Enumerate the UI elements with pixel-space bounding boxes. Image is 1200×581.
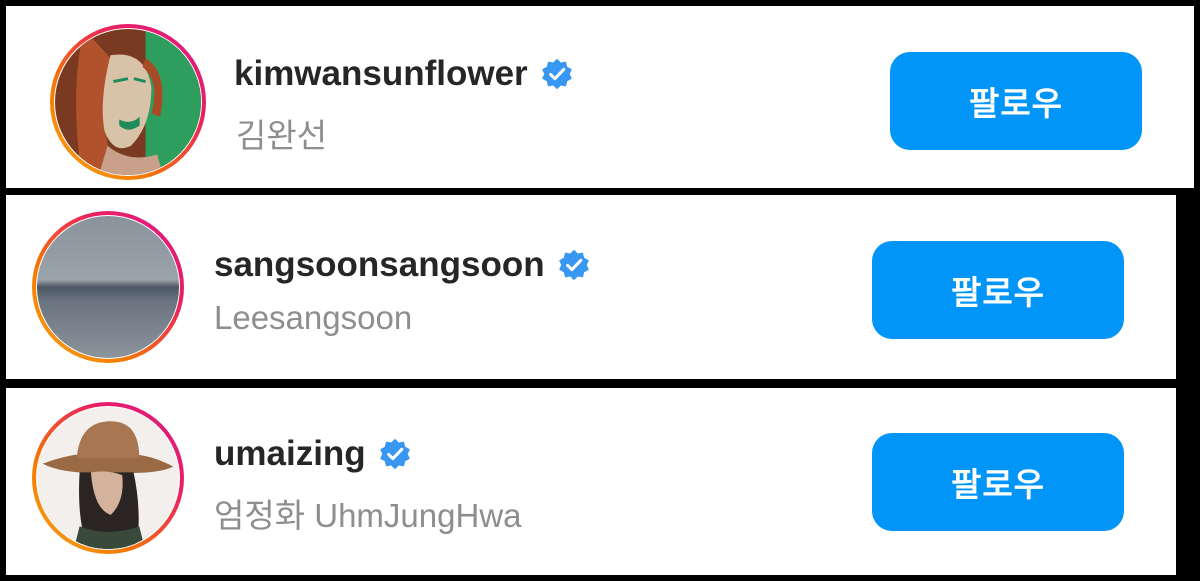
story-ring[interactable] [32,402,184,554]
full-name: 김완선 [236,117,328,154]
username[interactable]: sangsoonsangsoon [214,245,545,285]
cowboy-hat-portrait-avatar[interactable] [37,407,179,549]
verified-badge-icon [540,57,574,91]
suggestion-row: kimwansunflower 김완선 팔로우 [6,6,1194,188]
verified-badge-icon [378,437,412,471]
story-ring[interactable] [32,211,184,363]
follow-button[interactable]: 팔로우 [890,52,1142,150]
full-name: Leesangsoon [214,299,413,336]
follow-button[interactable]: 팔로우 [872,241,1124,339]
full-name: 엄정화 UhmJungHwa [214,497,522,534]
painted-portrait-avatar[interactable] [55,29,201,175]
follow-button[interactable]: 팔로우 [872,433,1124,531]
suggestion-row: sangsoonsangsoon Leesangsoon 팔로우 [6,195,1176,379]
username[interactable]: umaizing [214,434,366,474]
username[interactable]: kimwansunflower [234,54,528,94]
verified-badge-icon [557,248,591,282]
sea-horizon-avatar[interactable] [37,216,179,358]
story-ring[interactable] [50,24,206,180]
suggestion-row: umaizing 엄정화 UhmJungHwa 팔로우 [6,388,1176,575]
